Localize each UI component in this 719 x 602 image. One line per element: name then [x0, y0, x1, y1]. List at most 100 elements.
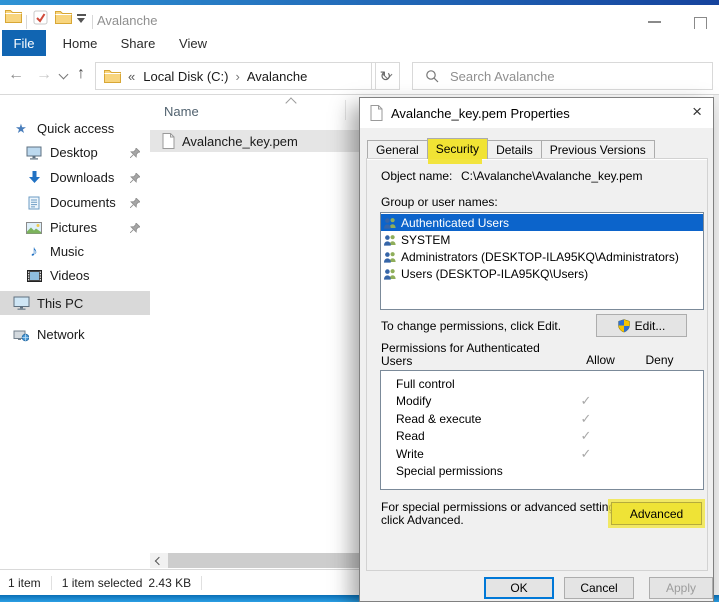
address-folder-icon — [104, 69, 121, 83]
permission-row-read-execute[interactable]: Read & execute ✓ — [381, 410, 703, 428]
allow-checkmark: ✓ — [566, 393, 606, 409]
download-arrow-icon — [25, 171, 43, 185]
tab-details[interactable]: Details — [487, 140, 542, 159]
group-user-listbox[interactable]: Authenticated Users SYSTEM Administrator… — [380, 212, 704, 310]
group-icon — [383, 234, 397, 246]
group-row-system[interactable]: SYSTEM — [381, 231, 703, 248]
network-icon — [12, 328, 30, 342]
address-bar[interactable]: « Local Disk (C:) › Avalanche — [95, 62, 400, 90]
ribbon-tab-share[interactable]: Share — [113, 30, 163, 56]
column-separator[interactable] — [345, 100, 346, 120]
pin-icon — [130, 171, 140, 186]
tab-previous-versions[interactable]: Previous Versions — [541, 140, 655, 159]
qat-properties-button[interactable] — [33, 10, 48, 30]
pin-icon — [130, 221, 140, 236]
allow-checkmark: ✓ — [566, 446, 606, 462]
sidebar-item-videos[interactable]: Videos — [0, 264, 150, 287]
edit-button[interactable]: Edit... — [596, 314, 687, 337]
status-selection: 1 item selected — [62, 576, 143, 590]
qat-new-folder-button[interactable] — [55, 10, 72, 29]
music-note-icon: ♪ — [25, 243, 43, 260]
allow-checkmark: ✓ — [566, 428, 606, 444]
sidebar-item-this-pc[interactable]: This PC — [0, 291, 150, 315]
navigation-bar: ← → ↑ « Local Disk (C:) › Avalanche ↻ — [0, 57, 719, 95]
properties-dialog: Avalanche_key.pem Properties × General S… — [359, 97, 714, 602]
permission-row-read[interactable]: Read ✓ — [381, 428, 703, 446]
search-box[interactable] — [412, 62, 713, 90]
allow-column-header: Allow — [578, 353, 623, 367]
ribbon-tab-file[interactable]: File — [2, 30, 46, 56]
tab-general[interactable]: General — [367, 140, 428, 159]
edit-hint: To change permissions, click Edit. — [381, 319, 561, 333]
tab-security[interactable]: Security — [427, 138, 488, 159]
object-name-value: C:\Avalanche\Avalanche_key.pem — [461, 169, 642, 183]
explorer-app-folder-icon — [5, 9, 22, 28]
pin-icon — [130, 196, 140, 211]
advanced-hint-line1: For special permissions or advanced sett… — [381, 500, 624, 514]
computer-icon — [12, 296, 30, 310]
film-icon — [25, 270, 43, 282]
cancel-button[interactable]: Cancel — [564, 577, 634, 599]
back-button[interactable]: ← — [8, 67, 24, 83]
group-icon — [383, 268, 397, 280]
ribbon-tab-view[interactable]: View — [170, 30, 216, 56]
status-separator-2 — [201, 576, 202, 590]
ribbon-tab-home[interactable]: Home — [55, 30, 105, 56]
document-icon — [25, 196, 43, 210]
permission-row-modify[interactable]: Modify ✓ — [381, 393, 703, 411]
navigation-pane: ★ Quick access Desktop Downloads Documen… — [0, 95, 150, 569]
explorer-titlebar: Avalanche — [0, 5, 719, 29]
object-name-label: Object name: — [381, 169, 452, 183]
hscroll-left-button[interactable] — [150, 553, 168, 568]
breadcrumb-overflow-icon[interactable]: « — [128, 69, 135, 84]
star-icon: ★ — [12, 121, 30, 137]
uac-shield-icon — [618, 319, 630, 333]
deny-column-header: Deny — [637, 353, 682, 367]
picture-icon — [25, 222, 43, 234]
sidebar-item-desktop[interactable]: Desktop — [0, 141, 150, 164]
group-row-authenticated-users[interactable]: Authenticated Users — [381, 214, 703, 231]
group-or-user-names-label: Group or user names: — [381, 195, 498, 209]
search-input[interactable] — [448, 68, 672, 85]
permissions-listbox[interactable]: Full control Modify ✓ Read & execute ✓ R… — [380, 370, 704, 490]
sidebar-item-network[interactable]: Network — [0, 323, 150, 346]
refresh-button[interactable]: ↻ — [371, 62, 400, 90]
allow-checkmark: ✓ — [566, 411, 606, 427]
ok-button[interactable]: OK — [484, 577, 554, 599]
breadcrumb-avalanche[interactable]: Avalanche — [247, 69, 307, 84]
permissions-for-label-line2: Users — [381, 354, 412, 368]
forward-button[interactable]: → — [36, 67, 52, 83]
permission-row-special-permissions[interactable]: Special permissions — [381, 463, 703, 481]
column-header-name[interactable]: Name — [164, 104, 199, 119]
advanced-hint-line2: click Advanced. — [381, 513, 464, 527]
dialog-tabs: General Security Details Previous Versio… — [367, 139, 654, 159]
search-icon — [425, 69, 439, 83]
status-separator — [51, 576, 52, 590]
screen: Avalanche File Home Share View ← → ↑ « L… — [0, 0, 719, 602]
sidebar-item-music[interactable]: ♪ Music — [0, 240, 150, 263]
status-bar: 1 item 1 item selected 2.43 KB — [0, 569, 362, 595]
group-row-users[interactable]: Users (DESKTOP-ILA95KQ\Users) — [381, 265, 703, 282]
apply-button[interactable]: Apply — [649, 577, 713, 599]
advanced-button[interactable]: Advanced — [611, 502, 702, 525]
sidebar-item-quick-access[interactable]: ★ Quick access — [0, 117, 150, 140]
breadcrumb-separator-icon: › — [235, 69, 239, 84]
dialog-file-icon — [370, 105, 383, 121]
group-row-administrators[interactable]: Administrators (DESKTOP-ILA95KQ\Administ… — [381, 248, 703, 265]
sidebar-item-downloads[interactable]: Downloads — [0, 166, 150, 189]
up-button[interactable]: ↑ — [77, 66, 85, 82]
minimize-button[interactable] — [648, 21, 661, 23]
ribbon-tab-bar: File Home Share View — [0, 29, 719, 58]
permission-row-full-control[interactable]: Full control — [381, 375, 703, 393]
hscroll-thumb[interactable] — [168, 553, 360, 568]
close-icon[interactable]: × — [692, 102, 702, 122]
group-icon — [383, 217, 397, 229]
qat-customize-dropdown[interactable] — [77, 14, 86, 23]
file-row-avalanche-key[interactable]: Avalanche_key.pem — [150, 130, 360, 152]
breadcrumb-local-disk[interactable]: Local Disk (C:) — [143, 69, 228, 84]
sidebar-item-documents[interactable]: Documents — [0, 191, 150, 214]
permission-row-write[interactable]: Write ✓ — [381, 445, 703, 463]
qat-separator-2 — [92, 15, 93, 29]
sidebar-item-pictures[interactable]: Pictures — [0, 216, 150, 239]
recent-locations-dropdown-icon[interactable] — [59, 70, 69, 80]
